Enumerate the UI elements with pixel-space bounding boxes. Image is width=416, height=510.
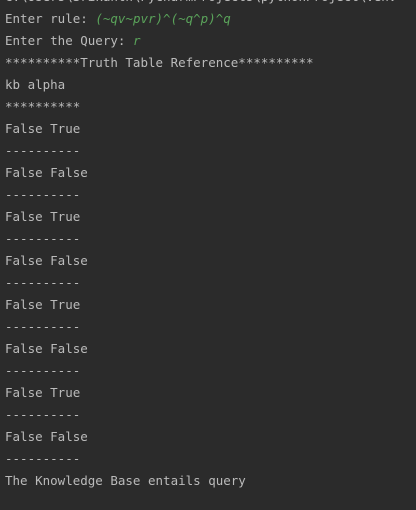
- table-row: False False: [5, 165, 88, 180]
- kb-alpha-label: kb alpha: [5, 77, 66, 92]
- row-separator: ----------: [5, 363, 81, 378]
- result-line: The Knowledge Base entails query: [5, 473, 246, 488]
- truth-table-header: **********Truth Table Reference*********…: [5, 55, 314, 70]
- row-separator: ----------: [5, 451, 81, 466]
- rule-input: (~qv~pvr)^(~q^p)^q: [95, 11, 231, 26]
- table-row: False False: [5, 253, 88, 268]
- table-row: False True: [5, 209, 81, 224]
- row-separator: ----------: [5, 187, 81, 202]
- console-output: C:\Users\Srikanth\PycharmProjects\python…: [5, 0, 416, 492]
- row-separator: ----------: [5, 407, 81, 422]
- path-line: C:\Users\Srikanth\PycharmProjects\python…: [5, 0, 416, 8]
- stars-separator: **********: [5, 99, 81, 114]
- query-prompt: Enter the Query:: [5, 33, 133, 48]
- row-separator: ----------: [5, 143, 81, 158]
- row-separator: ----------: [5, 275, 81, 290]
- table-row: False False: [5, 429, 88, 444]
- table-row: False False: [5, 341, 88, 356]
- row-separator: ----------: [5, 231, 81, 246]
- query-line: Enter the Query: r: [5, 30, 416, 52]
- table-row: False True: [5, 385, 81, 400]
- rule-prompt: Enter rule:: [5, 11, 96, 26]
- table-row: False True: [5, 297, 81, 312]
- query-input: r: [132, 33, 141, 48]
- row-separator: ----------: [5, 319, 81, 334]
- rule-line: Enter rule: (~qv~pvr)^(~q^p)^q: [5, 8, 416, 30]
- table-row: False True: [5, 121, 81, 136]
